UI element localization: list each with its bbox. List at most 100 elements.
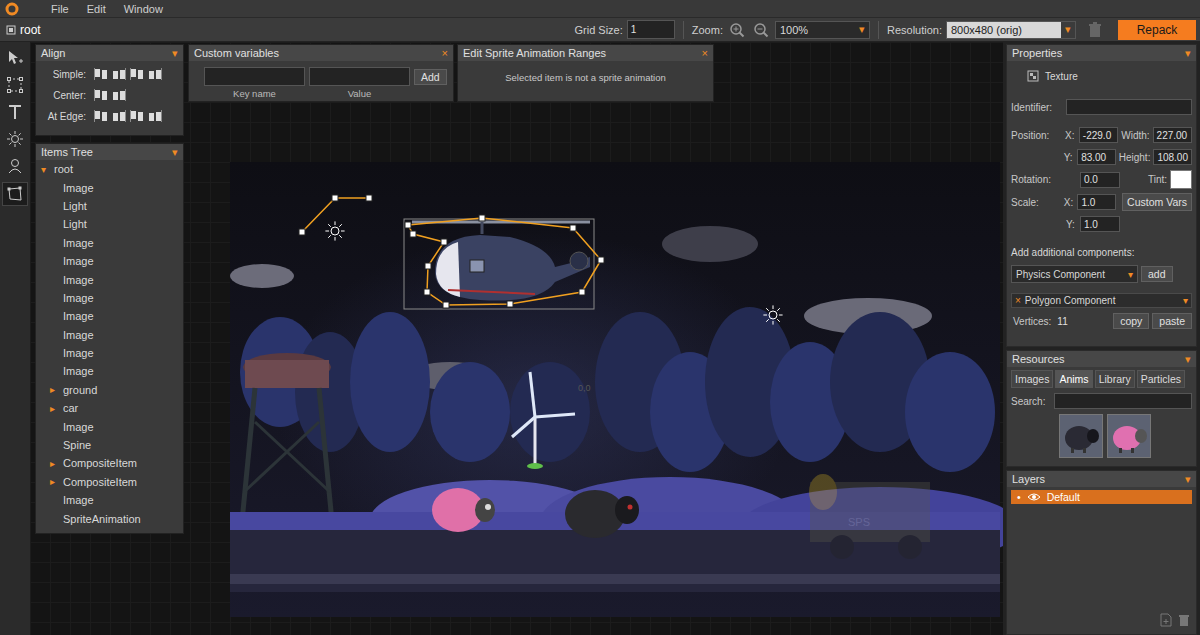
- align-icon[interactable]: [112, 110, 126, 122]
- collapse-icon[interactable]: ▾: [1185, 473, 1191, 486]
- collision-polygon[interactable]: [408, 218, 601, 305]
- vertex-handle[interactable]: [570, 225, 576, 231]
- vertex-handle[interactable]: [579, 289, 585, 295]
- select-tool[interactable]: [3, 47, 27, 69]
- remove-icon[interactable]: ×: [1015, 295, 1021, 306]
- resolution-dropdown[interactable]: 800x480 (orig)▾: [946, 21, 1076, 39]
- close-icon[interactable]: ×: [702, 47, 708, 59]
- collapse-icon[interactable]: ▾: [172, 146, 178, 159]
- vertex-handle[interactable]: [507, 301, 513, 307]
- tree-item[interactable]: ▸car: [36, 399, 183, 417]
- align-icon[interactable]: [148, 68, 162, 80]
- add-component-button[interactable]: add: [1141, 266, 1173, 282]
- tree-item[interactable]: SpriteAnimation: [36, 509, 183, 527]
- vertex-handle[interactable]: [410, 231, 416, 237]
- expand-icon[interactable]: ▾: [41, 164, 52, 175]
- items-tree-panel[interactable]: Items Tree▾▾rootImageLightLightImageImag…: [35, 143, 184, 534]
- tree-item[interactable]: Image: [36, 252, 183, 270]
- scene-canvas[interactable]: SPS0,0Align▾Simple:Center:At Edge:Custom…: [30, 42, 1003, 635]
- text-tool[interactable]: [3, 101, 27, 123]
- resource-thumbnail[interactable]: [1059, 414, 1103, 458]
- delete-layer-icon[interactable]: [1178, 613, 1190, 627]
- align-icon[interactable]: [130, 110, 144, 122]
- align-icon[interactable]: [112, 68, 126, 80]
- eye-icon[interactable]: [1027, 492, 1041, 502]
- vertex-handle[interactable]: [405, 222, 411, 228]
- align-icon[interactable]: [94, 68, 108, 80]
- position-y-input[interactable]: 83.00: [1077, 149, 1116, 165]
- rotation-input[interactable]: 0.0: [1080, 172, 1120, 188]
- collapse-icon[interactable]: ▾: [1183, 295, 1188, 306]
- grid-size-input[interactable]: 1: [627, 20, 675, 39]
- tree-item[interactable]: Image: [36, 234, 183, 252]
- tree-item[interactable]: Spine: [36, 436, 183, 454]
- resource-tab[interactable]: Images: [1011, 370, 1053, 388]
- helicopter[interactable]: [412, 222, 590, 301]
- resource-tab[interactable]: Particles: [1137, 370, 1185, 388]
- sprite-ranges-panel[interactable]: Edit Sprite Animation Ranges×Selected it…: [457, 44, 714, 102]
- panel-header[interactable]: Resources▾: [1007, 351, 1196, 367]
- copy-button[interactable]: copy: [1113, 313, 1149, 329]
- align-icon[interactable]: [94, 110, 108, 122]
- align-icon[interactable]: [94, 89, 108, 101]
- tree-item[interactable]: ▸ground: [36, 381, 183, 399]
- vertex-handle[interactable]: [424, 289, 430, 295]
- light-icon[interactable]: [763, 305, 782, 324]
- transform-tool[interactable]: [3, 74, 27, 96]
- repack-button[interactable]: Repack: [1118, 20, 1196, 40]
- align-panel[interactable]: Align▾Simple:Center:At Edge:: [35, 44, 184, 136]
- tree-item[interactable]: Image: [36, 362, 183, 380]
- tree-item[interactable]: Image: [36, 289, 183, 307]
- menu-item[interactable]: File: [51, 3, 69, 15]
- person-tool[interactable]: [3, 155, 27, 177]
- resource-tab[interactable]: Library: [1095, 370, 1135, 388]
- polygon-tool[interactable]: [2, 182, 28, 206]
- search-input[interactable]: [1054, 393, 1192, 409]
- identifier-input[interactable]: [1066, 99, 1192, 115]
- vertex-handle[interactable]: [479, 215, 485, 221]
- tree-item[interactable]: Light: [36, 215, 183, 233]
- tree-item[interactable]: Light: [36, 197, 183, 215]
- tree-item[interactable]: Image: [36, 417, 183, 435]
- tree-item[interactable]: Image: [36, 326, 183, 344]
- vertex-handle[interactable]: [332, 195, 338, 201]
- zoom-out-icon[interactable]: [753, 22, 769, 38]
- vertex-handle[interactable]: [299, 229, 305, 235]
- resource-tab[interactable]: Anims: [1055, 370, 1092, 388]
- key-input[interactable]: [204, 67, 305, 86]
- close-icon[interactable]: ×: [442, 47, 448, 59]
- tree-item[interactable]: Image: [36, 344, 183, 362]
- breadcrumb[interactable]: root: [6, 23, 41, 37]
- expand-icon[interactable]: ▸: [50, 458, 61, 469]
- width-input[interactable]: 227.00: [1153, 127, 1192, 143]
- new-layer-icon[interactable]: [1160, 613, 1172, 627]
- layer-row[interactable]: •Default: [1011, 490, 1192, 504]
- menu-item[interactable]: Window: [124, 3, 163, 15]
- paste-button[interactable]: paste: [1152, 313, 1192, 329]
- vertex-handle[interactable]: [366, 195, 372, 201]
- zoom-in-icon[interactable]: [729, 22, 745, 38]
- panel-header[interactable]: Items Tree▾: [36, 144, 183, 160]
- resource-thumbnail[interactable]: [1107, 414, 1151, 458]
- tree-item[interactable]: Image: [36, 491, 183, 509]
- expand-icon[interactable]: ▸: [50, 476, 61, 487]
- light-icon[interactable]: [325, 221, 344, 240]
- collapse-icon[interactable]: ▾: [1185, 353, 1191, 366]
- align-icon[interactable]: [148, 110, 162, 122]
- align-icon[interactable]: [112, 89, 126, 101]
- tint-swatch[interactable]: [1170, 170, 1192, 189]
- position-x-input[interactable]: -229.0: [1079, 127, 1118, 143]
- component-header[interactable]: ×Polygon Component▾: [1011, 293, 1192, 308]
- tree-item[interactable]: ▸CompositeItem: [36, 454, 183, 472]
- panel-header[interactable]: Custom variables×: [189, 45, 453, 61]
- custom-vars-button[interactable]: Custom Vars: [1122, 193, 1192, 211]
- custom-variables-panel[interactable]: Custom variables×AddKey nameValue: [188, 44, 454, 102]
- trash-icon[interactable]: [1088, 22, 1102, 38]
- height-input[interactable]: 108.00: [1153, 149, 1192, 165]
- menu-item[interactable]: Edit: [87, 3, 106, 15]
- tree-item[interactable]: Image: [36, 270, 183, 288]
- tree-item[interactable]: Image: [36, 178, 183, 196]
- scale-x-input[interactable]: 1.0: [1077, 194, 1116, 210]
- zoom-dropdown[interactable]: 100%▾: [775, 21, 870, 39]
- scale-y-input[interactable]: 1.0: [1080, 216, 1120, 232]
